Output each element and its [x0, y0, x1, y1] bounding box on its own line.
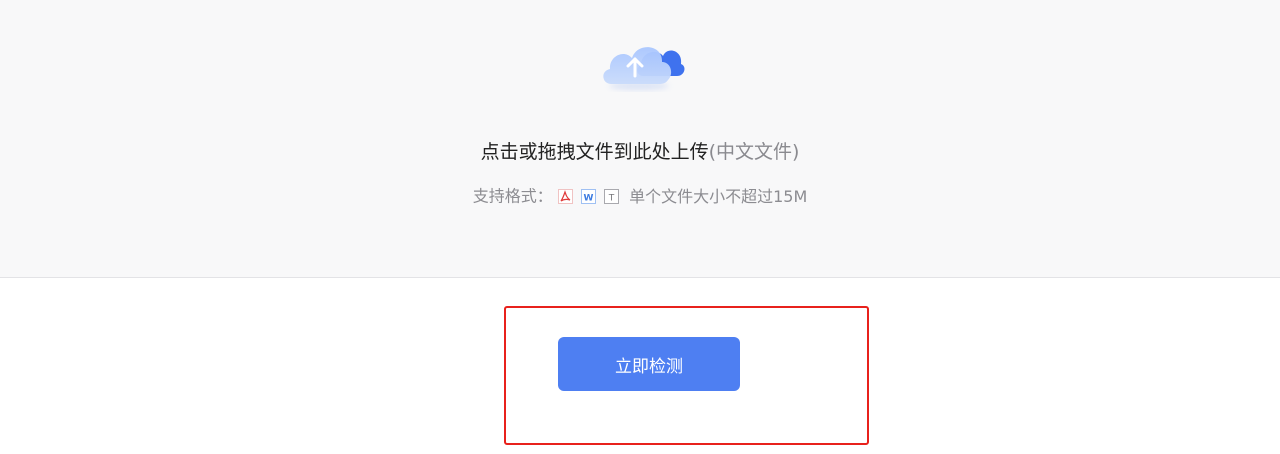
size-limit-note: 单个文件大小不超过15M: [629, 186, 808, 206]
detect-now-button[interactable]: 立即检测: [558, 337, 740, 391]
pdf-icon: [557, 189, 573, 204]
cloud-upload-icon: [597, 30, 687, 92]
upload-dropzone[interactable]: 点击或拖拽文件到此处上传(中文文件) 支持格式： W T 单个文件大小不超过15…: [0, 0, 1280, 278]
upload-instruction-hint: (中文文件): [708, 141, 800, 163]
formats-label: 支持格式：: [472, 186, 553, 206]
upload-instruction-main: 点击或拖拽文件到此处上传: [480, 141, 709, 163]
supported-formats: 支持格式： W T 单个文件大小不超过15M: [0, 185, 1280, 208]
txt-icon: T: [604, 189, 620, 204]
word-icon-letter: W: [583, 194, 593, 204]
word-icon: W: [580, 189, 596, 204]
upload-instruction: 点击或拖拽文件到此处上传(中文文件): [0, 139, 1280, 165]
txt-icon-letter: T: [608, 194, 615, 204]
